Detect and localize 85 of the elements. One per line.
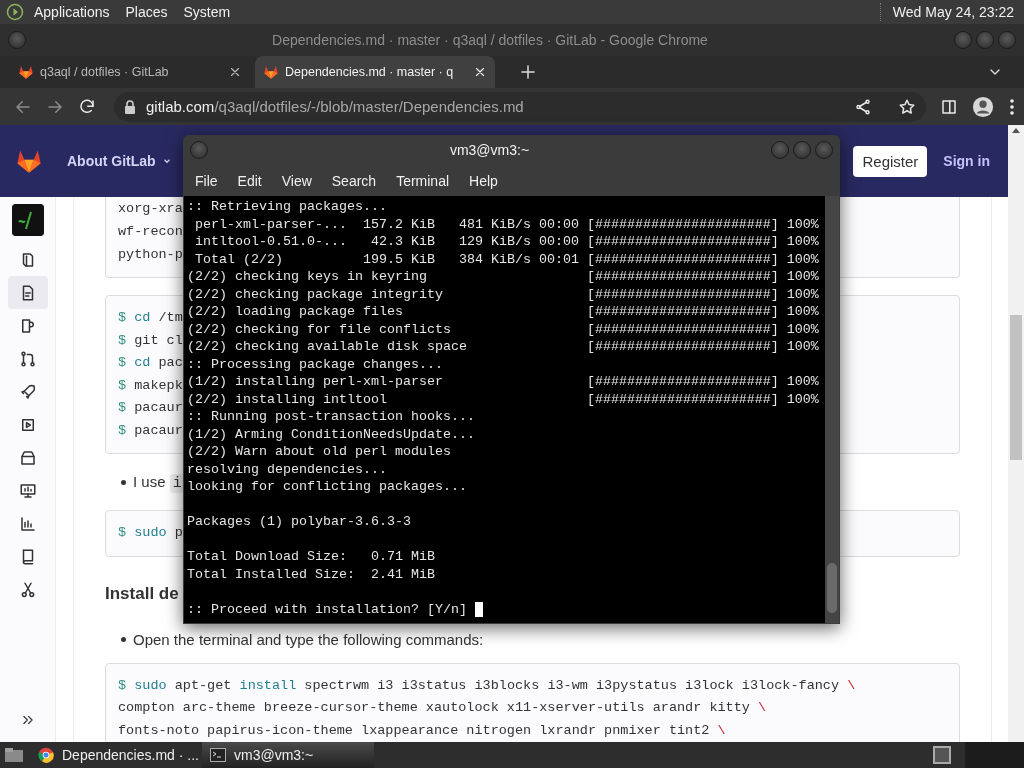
terminal-line: looking for conflicting packages... [187,478,467,496]
menu-item[interactable]: Search [321,172,387,189]
code-line: $ cd /tm [118,309,183,327]
terminal-line: (2/2) Warn about old perl modules [187,443,451,461]
code-line: $ cd pac [118,354,183,372]
browser-icon [38,747,54,763]
play-circle-icon[interactable] [6,3,24,21]
terminal-line: :: Proceed with installation? [Y/n] [187,600,468,618]
terminal-line: Total Download Size: 0.71 MiB [187,548,435,566]
code-line: $ git cl [118,331,183,350]
terminal-line: (2/2) checking for file conflicts [######################] 100% [187,320,819,338]
chart-icon [18,514,37,533]
bullet-icon [121,479,126,485]
menu-item[interactable]: Edit [227,172,272,189]
fox-icon [263,64,279,80]
terminal-line: (2/2) checking available disk space [######################] 100% [187,338,819,356]
scrollbar[interactable] [825,196,839,623]
code-line: $ sudo apt-get install spectrwm i3 i3status i3blocks i3-wm i3pystatus i3lock i3lock-fancy \ [118,676,856,695]
code-line: $ pacaur [118,421,183,440]
taskbar-item[interactable]: Dependencies.md · ... [30,742,202,768]
terminal-icon [210,748,226,762]
workspace-icon[interactable] [933,746,951,764]
clock[interactable]: Wed May 24, 23:22 [886,4,1018,20]
terminal-line: perl-xml-parser-... 157.2 KiB 481 KiB/s 00:00 [######################] 100% [194,215,819,233]
window-title: vm3@vm3:~ [448,142,531,158]
terminal-line: (1/2) installing perl-xml-parser [######################] 100% [187,373,819,391]
scrollbar[interactable] [1008,125,1024,742]
package-icon [18,448,37,467]
terminal-line: Packages (1) polybar-3.6.3-3 [187,513,411,531]
code-line: fonts-noto papirus-icon-theme lxappearance nitrogen lxrandr pnmixer tint2 \ [118,721,726,740]
reload-icon[interactable] [78,97,96,116]
code-line: compton arc-theme breeze-cursor-theme xautolock x11-xserver-utils arandr kitty \ [118,699,767,717]
menu-item[interactable]: File [185,172,228,189]
terminal-line: (2/2) checking keys in keyring [######################] 100% [187,268,819,286]
fox-icon [18,64,34,80]
plus-icon[interactable] [519,63,537,81]
terminal-line: Total (2/2) 199.5 KiB 384 KiB/s 00:01 [######################] 100% [194,250,819,268]
terminal-line: :: Retrieving packages... [187,198,387,216]
panel-menu[interactable]: Applications [28,4,116,20]
menu-icon[interactable] [1008,97,1016,116]
expand-icon[interactable] [20,713,35,727]
terminal-line: (2/2) installing intltool [######################] 100% [187,390,819,408]
close-icon[interactable] [473,65,487,79]
lock-icon [124,99,136,114]
bullet-icon [121,637,126,642]
browser-tab[interactable]: Dependencies.md · master · q [255,56,495,88]
code-line: python-p [118,246,183,264]
terminal-line: intltool-0.51.0-... 42.3 KiB 129 KiB/s 00:00 [######################] 100% [194,233,819,251]
terminal-line: (1/2) Arming ConditionNeedsUpdate... [187,425,475,443]
merge-request-icon [18,349,37,368]
code-line: $ makepk [118,376,183,395]
terminal-line: :: Processing package changes... [187,355,443,373]
panel-menu[interactable]: Places [119,4,174,20]
code-line: xorg-xra [118,200,183,218]
sidebar-item[interactable] [7,276,48,309]
rocket-icon [18,382,37,401]
taskbar-item[interactable]: vm3@vm3:~ [202,742,374,768]
terminal-line: (2/2) checking package integrity [######################] 100% [187,285,819,303]
code-line: $ sudo p [118,524,183,542]
panel-menu[interactable]: System [177,4,237,20]
sign-in-link[interactable]: Sign in [943,153,990,169]
list-item-text: Open the terminal and type the following commands: [133,631,484,648]
terminal-line: (2/2) loading package files [######################] 100% [187,303,819,321]
menu-item[interactable]: Help [459,172,508,189]
browser-tab[interactable]: q3aql / dotfiles · GitLab [10,56,250,88]
code-line: wf-recon [118,223,183,241]
terminal-line: Total Installed Size: 2.41 MiB [187,565,435,583]
address-bar[interactable]: gitlab.com/q3aql/dotfiles/-/blob/master/Dependencies.md [114,91,926,122]
about-menu[interactable]: About GitLab [67,153,172,169]
code-line: $ pacaur [118,399,183,417]
menu-item[interactable]: Terminal [386,172,460,189]
menu-item[interactable]: View [271,172,322,189]
section-heading: Install de [105,582,180,605]
window-title: Dependencies.md · master · q3aql / dotfiles · GitLab - Google Chrome [271,32,709,48]
list-item-text: I use i [133,472,185,492]
project-avatar-icon[interactable] [11,204,44,236]
terminal-line: resolving dependencies... [187,460,387,478]
close-icon[interactable] [228,65,242,79]
star-icon[interactable] [898,97,916,116]
register-button[interactable]: Register [853,145,928,177]
terminal-line: :: Running post-transaction hooks... [187,408,475,426]
side-panel-icon[interactable] [940,97,958,116]
monitor-icon [18,481,37,500]
profile-icon[interactable] [972,95,994,118]
share-icon[interactable] [854,97,872,116]
